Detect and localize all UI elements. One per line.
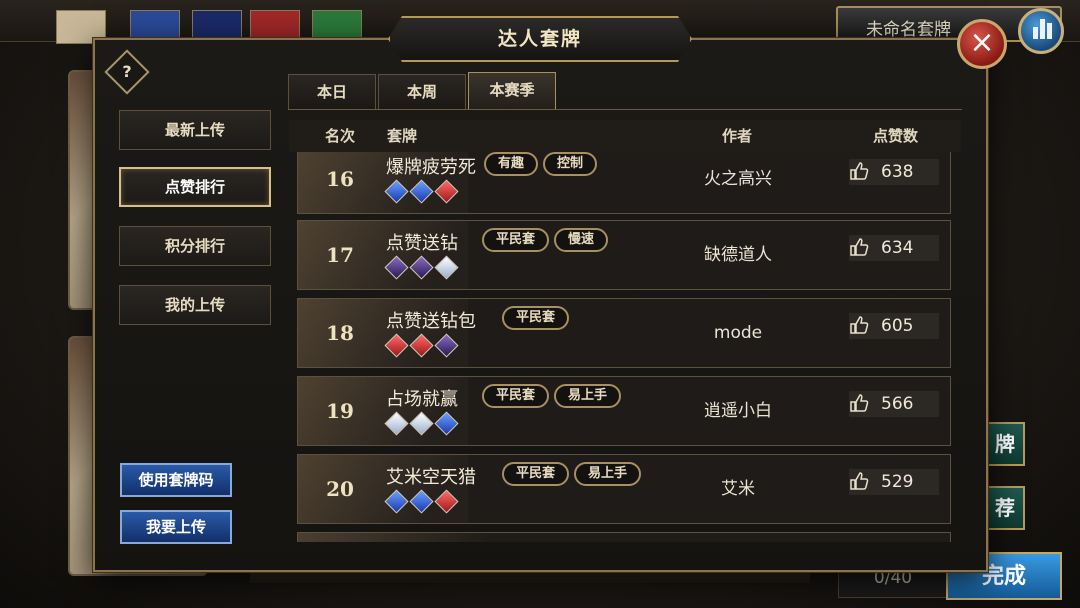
background-side-button[interactable]: 荐 — [985, 486, 1025, 530]
dialog-title-plate: 达人套牌 — [388, 16, 692, 62]
deck-tag: 易上手 — [554, 384, 622, 408]
tab-this-week[interactable]: 本周 — [378, 74, 466, 110]
author-name: 缺德道人 — [704, 245, 772, 265]
table-row[interactable]: 16 爆牌疲劳死 有趣 控制 火之高兴 638 — [297, 152, 951, 214]
blue-gem-icon — [409, 179, 434, 204]
rank-number: 18 — [326, 321, 354, 345]
likes-count-box[interactable]: 529 — [849, 469, 939, 495]
dialog-title: 达人套牌 — [497, 28, 582, 50]
list-header: 名次 套牌 作者 点赞数 — [289, 120, 961, 152]
likes-count: 566 — [881, 394, 914, 414]
table-row[interactable]: 19 占场就赢 平民套 易上手 逍遥小白 566 — [297, 376, 951, 446]
bar-icon — [1047, 23, 1052, 39]
red-gem-icon — [409, 333, 434, 358]
deck-name: 点赞送钻包 — [386, 311, 476, 332]
purple-gem-icon — [384, 255, 409, 280]
purple-gem-icon — [409, 255, 434, 280]
likes-count: 634 — [881, 238, 914, 258]
class-gems — [384, 411, 459, 436]
table-row[interactable]: 20 艾米空天猎 平民套 易上手 艾米 529 — [297, 454, 951, 524]
rank-number: 16 — [326, 167, 354, 191]
purple-gem-icon — [434, 333, 459, 358]
likes-count-box[interactable]: 634 — [849, 235, 939, 261]
deck-tag: 有趣 — [484, 152, 539, 176]
thumbs-up-icon — [850, 162, 869, 180]
white-gem-icon — [434, 255, 459, 280]
table-row-partial[interactable] — [297, 532, 951, 542]
column-author: 作者 — [722, 127, 753, 145]
class-gems — [384, 255, 459, 280]
deck-tag: 易上手 — [574, 462, 642, 486]
background-side-button[interactable]: 牌 — [985, 422, 1025, 466]
deck-tag: 平民套 — [502, 306, 570, 330]
deck-name: 占场就赢 — [386, 389, 458, 410]
close-icon: × — [969, 25, 995, 60]
author-name: 艾米 — [721, 479, 755, 499]
table-row[interactable]: 17 点赞送钻 平民套 慢速 缺德道人 634 — [297, 220, 951, 290]
class-gems — [384, 333, 459, 358]
thumbs-up-icon — [850, 238, 869, 256]
deck-name: 艾米空天猎 — [386, 467, 476, 488]
deck-tag: 慢速 — [554, 228, 609, 252]
red-gem-icon — [384, 333, 409, 358]
class-gems — [384, 489, 459, 514]
blue-gem-icon — [409, 489, 434, 514]
stats-button[interactable] — [1018, 8, 1064, 54]
blue-gem-icon — [434, 411, 459, 436]
bar-icon — [1040, 19, 1045, 39]
sidebar-item-likes-ranking[interactable]: 点赞排行 — [119, 167, 271, 207]
likes-count-box[interactable]: 605 — [849, 313, 939, 339]
red-gem-icon — [434, 489, 459, 514]
white-gem-icon — [409, 411, 434, 436]
author-name: mode — [713, 323, 763, 343]
author-name: 逍遥小白 — [704, 401, 772, 421]
thumbs-up-icon — [850, 316, 869, 334]
thumbs-up-icon — [850, 394, 869, 412]
author-name: 火之高兴 — [704, 169, 772, 189]
likes-count: 529 — [881, 472, 914, 492]
likes-count-box[interactable]: 566 — [849, 391, 939, 417]
deck-tag: 平民套 — [502, 462, 570, 486]
table-row[interactable]: 18 点赞送钻包 平民套 mode 605 — [297, 298, 951, 368]
likes-count: 605 — [881, 316, 914, 336]
sidebar-item-points-ranking[interactable]: 积分排行 — [119, 226, 271, 266]
sidebar-item-my-uploads[interactable]: 我的上传 — [119, 285, 271, 325]
white-gem-icon — [384, 411, 409, 436]
deck-tag: 平民套 — [482, 384, 550, 408]
column-deck: 套牌 — [387, 127, 418, 145]
tab-this-season[interactable]: 本赛季 — [468, 72, 556, 110]
blue-gem-icon — [384, 489, 409, 514]
use-deck-code-button[interactable]: 使用套牌码 — [120, 463, 232, 497]
likes-count-box[interactable]: 638 — [849, 159, 939, 185]
rank-number: 20 — [326, 477, 354, 501]
class-gems — [384, 179, 459, 204]
tab-today[interactable]: 本日 — [288, 74, 376, 110]
tab-divider — [288, 109, 962, 110]
rank-number: 17 — [326, 243, 354, 267]
deck-name: 爆牌疲劳死 — [386, 157, 476, 178]
bar-icon — [1033, 27, 1038, 39]
likes-count: 638 — [881, 162, 914, 182]
column-rank: 名次 — [325, 127, 356, 145]
upload-deck-button[interactable]: 我要上传 — [120, 510, 232, 544]
deck-name: 点赞送钻 — [386, 233, 458, 254]
deck-tag: 控制 — [543, 152, 598, 176]
blue-gem-icon — [384, 179, 409, 204]
red-gem-icon — [434, 179, 459, 204]
rank-number: 19 — [326, 399, 354, 423]
thumbs-up-icon — [850, 472, 869, 490]
column-likes: 点赞数 — [873, 127, 919, 145]
deck-list[interactable]: 16 爆牌疲劳死 有趣 控制 火之高兴 638 17 点赞送钻 平民套 慢速 缺… — [289, 152, 961, 542]
close-button[interactable]: × — [957, 19, 1007, 69]
sidebar-item-latest[interactable]: 最新上传 — [119, 110, 271, 150]
deck-tag: 平民套 — [482, 228, 550, 252]
